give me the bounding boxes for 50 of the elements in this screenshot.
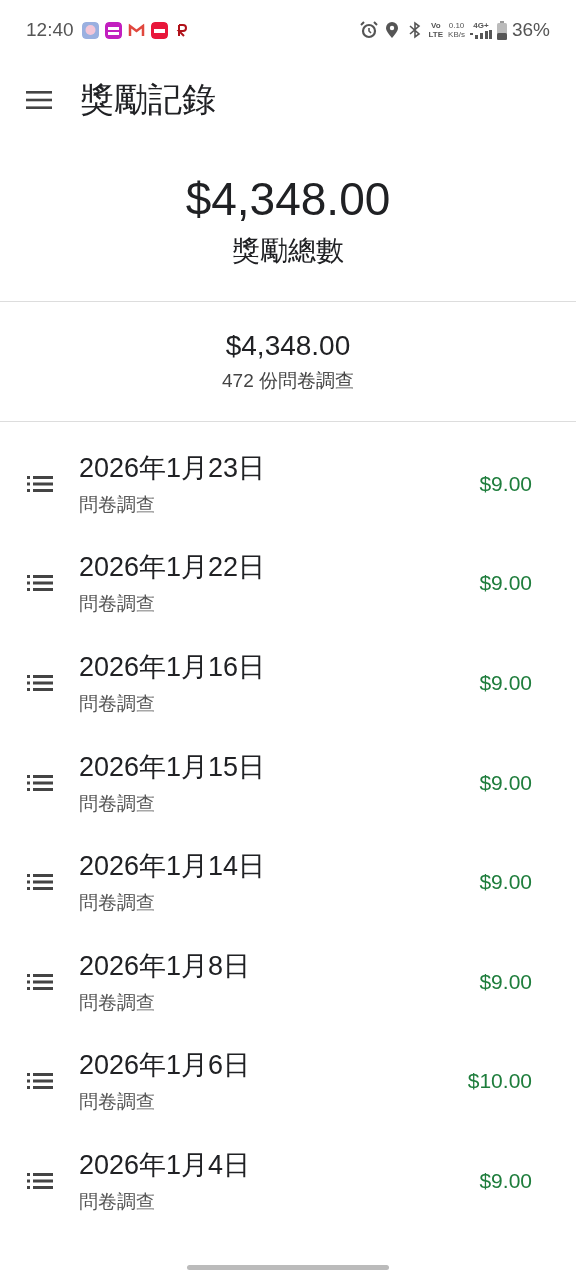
reward-type: 問卷調查 <box>79 1090 156 1115</box>
alarm-icon <box>359 21 378 39</box>
network-speed: 0.10 KB/s <box>448 21 465 39</box>
reward-type: 問卷調查 <box>79 791 156 816</box>
list-icon <box>27 774 53 791</box>
total-amount: $4,348.00 <box>185 171 391 226</box>
reward-date: 2026年1月16日 <box>79 651 266 684</box>
reward-date: 2026年1月23日 <box>79 451 266 485</box>
list-icon <box>27 475 53 492</box>
list-icon <box>27 675 53 691</box>
reward-amount: $9.00 <box>479 770 532 795</box>
reward-date: 2026年1月14日 <box>79 850 266 884</box>
reward-amount: $9.00 <box>479 969 532 994</box>
reward-type: 問卷調查 <box>79 492 156 517</box>
reward-amount: $9.00 <box>479 471 532 496</box>
app-notification-icon <box>81 21 99 39</box>
reward-type: 問卷調查 <box>79 891 156 916</box>
signal-icon <box>469 30 492 39</box>
reward-type: 問卷調查 <box>79 692 156 716</box>
reward-amount: $9.00 <box>479 870 532 895</box>
reward-date: 2026年1月22日 <box>79 551 266 585</box>
survey-count: 472 份問卷調查 <box>222 368 354 393</box>
reward-amount: $9.00 <box>479 1168 532 1193</box>
list-icon <box>27 575 53 592</box>
page-title: 獎勵記錄 <box>80 79 216 120</box>
mail-icon <box>127 21 145 39</box>
reward-date: 2026年1月6日 <box>79 1049 251 1083</box>
list-icon <box>27 973 53 990</box>
app-notification-icon <box>104 21 122 39</box>
battery-icon <box>496 20 507 40</box>
app-notification-icon <box>150 21 168 39</box>
reward-amount: $9.00 <box>479 671 532 695</box>
battery-percent: 36% <box>511 19 550 41</box>
network-type: 4G+ <box>473 21 489 30</box>
volte-indicator: Vo LTE <box>428 21 444 39</box>
summary-amount: $4,348.00 <box>225 329 351 362</box>
reward-amount: $10.00 <box>467 1069 532 1094</box>
reward-date: 2026年1月15日 <box>79 750 266 784</box>
list-icon <box>27 1172 53 1189</box>
menu-icon[interactable] <box>26 91 52 109</box>
status-time: 12:40 <box>26 19 74 41</box>
list-icon <box>27 1073 53 1090</box>
reward-type: 問卷調查 <box>79 592 156 617</box>
reward-type: 問卷調查 <box>79 1189 156 1214</box>
total-label: 獎勵總數 <box>232 233 344 268</box>
reward-date: 2026年1月8日 <box>79 949 251 983</box>
reward-type: 問卷調查 <box>79 990 156 1015</box>
reward-date: 2026年1月4日 <box>79 1148 251 1182</box>
list-icon <box>27 874 53 891</box>
reward-amount: $9.00 <box>479 571 532 596</box>
